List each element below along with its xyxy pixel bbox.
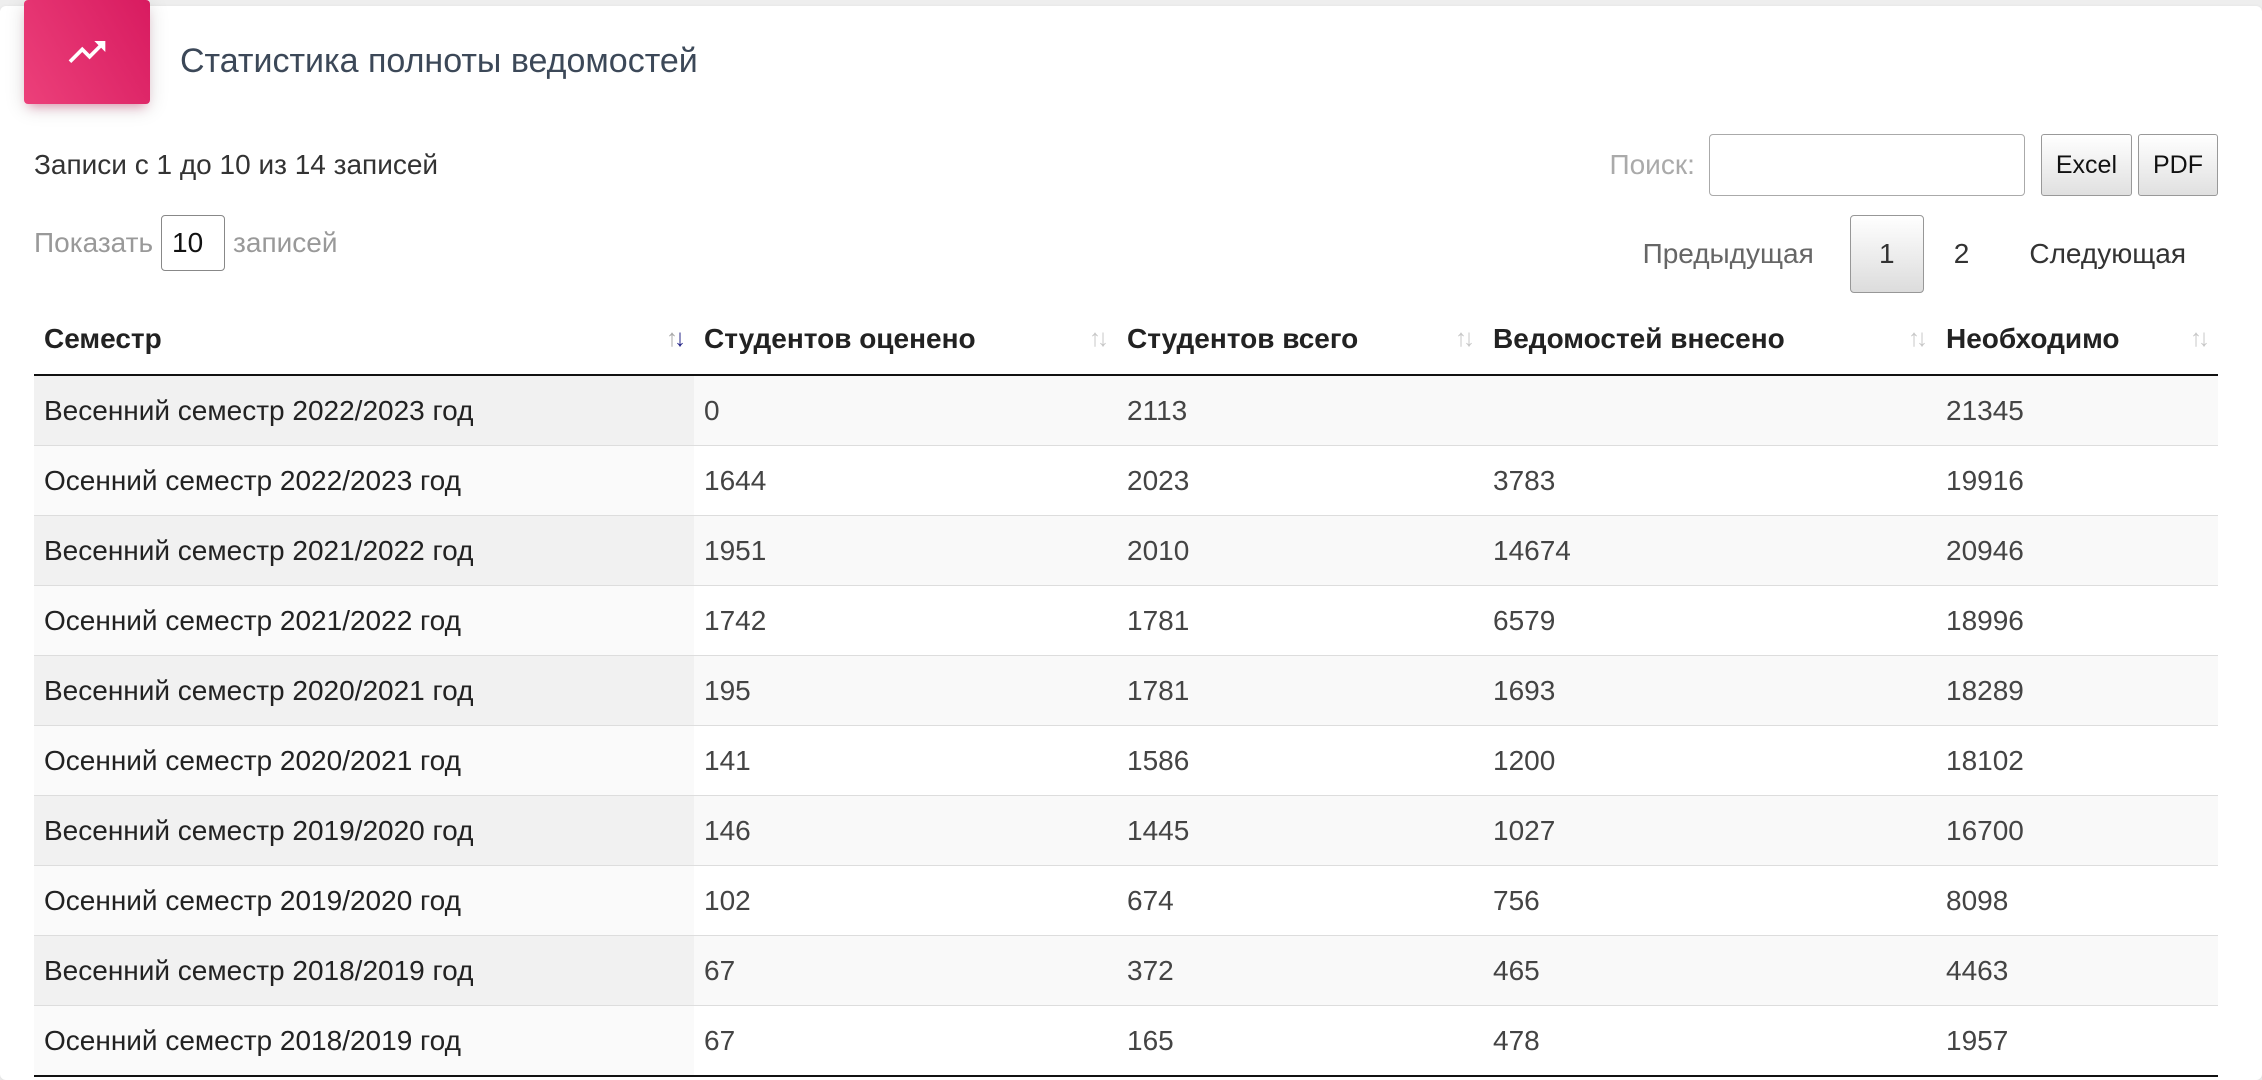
cell-sheets-entered: 3783	[1483, 445, 1936, 516]
pdf-export-button[interactable]: PDF	[2138, 134, 2218, 196]
column-header-students-graded[interactable]: Студентов оценено ↑↓	[694, 304, 1117, 376]
table-row: Весенний семестр 2022/2023 год 0 2113 21…	[34, 375, 2218, 446]
cell-semester: Весенний семестр 2022/2023 год	[34, 375, 694, 446]
cell-required: 21345	[1936, 375, 2218, 446]
cell-students-graded: 195	[694, 655, 1117, 726]
cell-required: 19916	[1936, 445, 2218, 516]
cell-sheets-entered: 6579	[1483, 585, 1936, 656]
excel-export-button[interactable]: Excel	[2040, 134, 2132, 196]
sort-desc-icon: ↑↓	[666, 325, 686, 352]
cell-semester: Осенний семестр 2019/2020 год	[34, 865, 694, 936]
cell-students-total: 1445	[1117, 795, 1483, 866]
cell-sheets-entered: 465	[1483, 935, 1936, 1006]
cell-semester: Весенний семестр 2019/2020 год	[34, 795, 694, 866]
trending-up-icon	[68, 41, 106, 63]
cell-semester: Осенний семестр 2021/2022 год	[34, 585, 694, 656]
column-header-semester[interactable]: Семестр ↑↓	[34, 304, 694, 376]
cell-required: 4463	[1936, 935, 2218, 1006]
page-length-suffix: записей	[233, 227, 338, 258]
cell-semester: Весенний семестр 2020/2021 год	[34, 655, 694, 726]
search-bar: Поиск: Excel PDF	[1609, 134, 2218, 196]
page-button-2[interactable]: 2	[1924, 215, 2000, 293]
cell-students-graded: 1742	[694, 585, 1117, 656]
cell-students-graded: 102	[694, 865, 1117, 936]
cell-semester: Осенний семестр 2018/2019 год	[34, 1005, 694, 1077]
search-label: Поиск:	[1609, 149, 1695, 180]
table-row: Осенний семестр 2018/2019 год 67 165 478…	[34, 1005, 2218, 1077]
cell-semester: Весенний семестр 2018/2019 год	[34, 935, 694, 1006]
table-header-row: Семестр ↑↓ Студентов оценено ↑↓ Студенто…	[34, 304, 2218, 376]
cell-semester: Весенний семестр 2021/2022 год	[34, 515, 694, 586]
cell-required: 16700	[1936, 795, 2218, 866]
cell-students-total: 165	[1117, 1005, 1483, 1077]
statistics-card: Статистика полноты ведомостей Записи с 1…	[0, 0, 2262, 1080]
cell-sheets-entered: 1027	[1483, 795, 1936, 866]
cell-students-total: 1781	[1117, 585, 1483, 656]
pagination: Предыдущая 1 2 Следующая	[1607, 214, 2216, 294]
table-row: Весенний семестр 2019/2020 год 146 1445 …	[34, 795, 2218, 866]
card-header-icon-box	[24, 0, 150, 104]
table-row: Осенний семестр 2020/2021 год 141 1586 1…	[34, 725, 2218, 796]
cell-required: 18996	[1936, 585, 2218, 656]
table-row: Весенний семестр 2018/2019 год 67 372 46…	[34, 935, 2218, 1006]
cell-sheets-entered: 1693	[1483, 655, 1936, 726]
cell-sheets-entered	[1483, 375, 1936, 446]
table-info: Записи с 1 до 10 из 14 записей	[34, 149, 439, 180]
cell-students-total: 1586	[1117, 725, 1483, 796]
table-row: Весенний семестр 2021/2022 год 1951 2010…	[34, 515, 2218, 586]
sort-both-icon: ↑↓	[2190, 325, 2210, 352]
cell-students-graded: 0	[694, 375, 1117, 446]
cell-required: 1957	[1936, 1005, 2218, 1077]
cell-students-total: 372	[1117, 935, 1483, 1006]
previous-page-button[interactable]: Предыдущая	[1607, 215, 1850, 293]
cell-students-total: 2113	[1117, 375, 1483, 446]
cell-required: 20946	[1936, 515, 2218, 586]
sort-both-icon: ↑↓	[1455, 325, 1475, 352]
cell-required: 8098	[1936, 865, 2218, 936]
table-row: Осенний семестр 2022/2023 год 1644 2023 …	[34, 445, 2218, 516]
cell-students-graded: 1644	[694, 445, 1117, 516]
cell-students-total: 2023	[1117, 445, 1483, 516]
cell-sheets-entered: 14674	[1483, 515, 1936, 586]
search-input[interactable]	[1708, 134, 2025, 196]
cell-sheets-entered: 756	[1483, 865, 1936, 936]
cell-required: 18102	[1936, 725, 2218, 796]
next-page-button[interactable]: Следующая	[1999, 215, 2216, 293]
page-length-control: Показать записей	[34, 214, 337, 272]
column-header-students-total[interactable]: Студентов всего ↑↓	[1117, 304, 1483, 376]
cell-sheets-entered: 1200	[1483, 725, 1936, 796]
sort-both-icon: ↑↓	[1908, 325, 1928, 352]
table-row: Весенний семестр 2020/2021 год 195 1781 …	[34, 655, 2218, 726]
cell-students-total: 2010	[1117, 515, 1483, 586]
cell-required: 18289	[1936, 655, 2218, 726]
cell-semester: Осенний семестр 2020/2021 год	[34, 725, 694, 796]
page-button-1[interactable]: 1	[1849, 215, 1924, 293]
cell-sheets-entered: 478	[1483, 1005, 1936, 1077]
table-row: Осенний семестр 2021/2022 год 1742 1781 …	[34, 585, 2218, 656]
cell-students-graded: 67	[694, 935, 1117, 1006]
page-length-prefix: Показать	[34, 227, 154, 258]
cell-students-graded: 67	[694, 1005, 1117, 1077]
page-length-input[interactable]	[161, 215, 226, 271]
cell-students-graded: 146	[694, 795, 1117, 866]
cell-students-graded: 1951	[694, 515, 1117, 586]
table-row: Осенний семестр 2019/2020 год 102 674 75…	[34, 865, 2218, 936]
cell-students-total: 1781	[1117, 655, 1483, 726]
cell-students-total: 674	[1117, 865, 1483, 936]
cell-semester: Осенний семестр 2022/2023 год	[34, 445, 694, 516]
cell-students-graded: 141	[694, 725, 1117, 796]
column-header-sheets-entered[interactable]: Ведомостей внесено ↑↓	[1483, 304, 1936, 376]
page-title: Статистика полноты ведомостей	[180, 42, 698, 80]
column-header-required[interactable]: Необходимо ↑↓	[1936, 304, 2218, 376]
sort-both-icon: ↑↓	[1089, 325, 1109, 352]
statistics-table: Семестр ↑↓ Студентов оценено ↑↓ Студенто…	[34, 304, 2218, 1077]
